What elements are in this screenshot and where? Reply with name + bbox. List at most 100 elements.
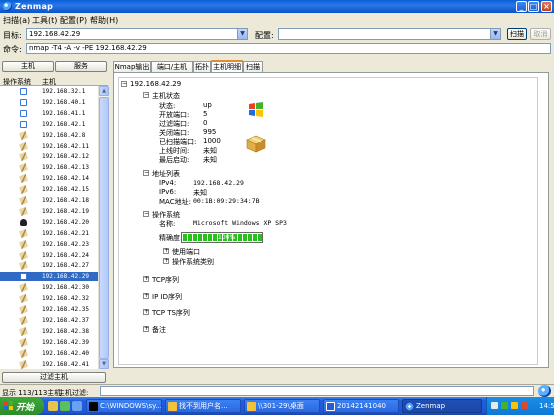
host-row[interactable]: 192.168.40.1: [0, 98, 98, 107]
unknown-os-icon: [19, 130, 28, 140]
unknown-os-icon: [19, 283, 28, 293]
task-cmd[interactable]: C:\WINDOWS\sy...: [86, 399, 162, 413]
windows-flag-icon: [4, 401, 14, 411]
expand-icon[interactable]: +: [143, 293, 149, 299]
ipid-sequence-item[interactable]: IP ID序列: [152, 292, 182, 302]
host-ip: 192.168.42.1: [42, 120, 86, 128]
host-row[interactable]: 192.168.42.12: [0, 152, 98, 162]
accuracy-percent: 100%: [218, 234, 236, 241]
filter-hosts-button[interactable]: 过滤主机: [2, 372, 106, 383]
host-row[interactable]: 192.168.42.20: [0, 218, 98, 227]
task-zenmap[interactable]: Zenmap: [402, 399, 482, 413]
host-list-scrollbar[interactable]: ▲ ▼: [98, 86, 109, 369]
host-row[interactable]: 192.168.42.23: [0, 239, 98, 249]
host-details-panel: − 192.168.42.29 − 主机状态 状态: up 开放端口: 5 过滤…: [113, 72, 549, 368]
expand-icon[interactable]: +: [163, 248, 169, 254]
host-row[interactable]: 192.168.42.41: [0, 359, 98, 369]
host-row[interactable]: 192.168.42.11: [0, 141, 98, 151]
host-row[interactable]: 192.168.42.19: [0, 206, 98, 216]
expand-icon[interactable]: +: [143, 326, 149, 332]
app-tray-icon[interactable]: [521, 402, 528, 409]
host-row[interactable]: 192.168.42.14: [0, 174, 98, 184]
menu-tools[interactable]: 工具(t): [32, 15, 57, 26]
menu-help[interactable]: 帮助(H): [90, 15, 118, 26]
address-section-title: 地址列表: [152, 170, 180, 178]
quicklaunch-media-icon[interactable]: [72, 401, 82, 411]
services-toggle-button[interactable]: 服务: [55, 61, 107, 72]
host-row[interactable]: 192.168.32.1: [0, 87, 98, 96]
chevron-down-icon[interactable]: ▼: [237, 29, 247, 39]
profile-combo[interactable]: ▼: [278, 28, 501, 40]
close-button[interactable]: ×: [541, 1, 552, 12]
host-row[interactable]: 192.168.42.18: [0, 196, 98, 205]
host-row[interactable]: 192.168.41.1: [0, 109, 98, 118]
unknown-os-icon: [19, 163, 28, 173]
minimize-button[interactable]: _: [516, 1, 527, 12]
progress-segment: [193, 234, 197, 241]
network-tray-icon[interactable]: [491, 402, 498, 409]
quicklaunch-desktop-icon[interactable]: [60, 401, 70, 411]
host-row[interactable]: 192.168.42.39: [0, 337, 98, 347]
progress-segment: [208, 234, 212, 241]
ports-used-item[interactable]: 使用端口: [172, 247, 200, 257]
host-row[interactable]: 192.168.42.35: [0, 305, 98, 314]
tcp-sequence-item[interactable]: TCP序列: [152, 275, 179, 285]
command-input[interactable]: nmap -T4 -A -v -PE 192.168.42.29: [26, 43, 551, 54]
word-document-icon: [326, 402, 335, 411]
unknown-os-icon: [19, 359, 28, 369]
folder-icon: [247, 402, 256, 411]
host-row[interactable]: 192.168.42.32: [0, 294, 98, 304]
task-label: C:\WINDOWS\sy...: [100, 402, 162, 410]
chevron-down-icon[interactable]: ▼: [490, 29, 500, 39]
unknown-os-icon: [19, 261, 28, 271]
host-row[interactable]: 192.168.42.1: [0, 120, 98, 129]
zenmap-icon: [405, 402, 414, 411]
host-list[interactable]: 192.168.32.1 192.168.40.1 192.168.41.1 192.…: [0, 86, 98, 369]
target-value: 192.168.42.29: [29, 30, 81, 38]
tcpts-sequence-item[interactable]: TCP TS序列: [152, 308, 190, 318]
expand-icon[interactable]: +: [143, 309, 149, 315]
windows-os-icon: [20, 273, 27, 281]
host-row[interactable]: 192.168.42.27: [0, 261, 98, 271]
scroll-down-button[interactable]: ▼: [99, 359, 109, 369]
host-row[interactable]: 192.168.42.30: [0, 283, 98, 293]
package-box-icon: [246, 135, 266, 153]
target-combo[interactable]: 192.168.42.29 ▼: [26, 28, 248, 40]
host-row[interactable]: 192.168.42.21: [0, 228, 98, 238]
collapse-icon[interactable]: −: [143, 170, 149, 176]
cancel-button[interactable]: 取消: [530, 28, 551, 40]
comment-item[interactable]: 备注: [152, 325, 166, 335]
host-row[interactable]: 192.168.42.38: [0, 326, 98, 336]
host-row[interactable]: 192.168.42.40: [0, 348, 98, 358]
menu-scan[interactable]: 扫描(a): [3, 15, 30, 26]
menu-profile[interactable]: 配置(P): [60, 15, 87, 26]
expand-icon[interactable]: +: [143, 276, 149, 282]
host-row[interactable]: 192.168.42.29: [0, 272, 98, 282]
task-browser[interactable]: 找不到用户名...: [165, 399, 241, 413]
scroll-up-button[interactable]: ▲: [99, 86, 109, 96]
zenmap-app-icon: [3, 2, 12, 11]
expand-icon[interactable]: +: [163, 258, 169, 264]
security-tray-icon[interactable]: [501, 402, 508, 409]
host-row[interactable]: 192.168.42.8: [0, 130, 98, 140]
collapse-icon[interactable]: −: [121, 81, 127, 87]
host-filter-input[interactable]: [100, 386, 534, 396]
collapse-icon[interactable]: −: [143, 92, 149, 98]
start-button[interactable]: 开始: [0, 397, 44, 415]
host-row[interactable]: 192.168.42.24: [0, 250, 98, 260]
host-ip: 192.168.42.30: [42, 284, 89, 292]
host-row[interactable]: 192.168.42.13: [0, 163, 98, 173]
host-row[interactable]: 192.168.42.37: [0, 315, 98, 325]
scroll-thumb[interactable]: [99, 97, 109, 359]
hosts-toggle-button[interactable]: 主机: [2, 61, 54, 72]
unknown-os-icon: [19, 206, 28, 216]
scan-button[interactable]: 扫描: [507, 28, 527, 40]
host-row[interactable]: 192.168.42.15: [0, 185, 98, 195]
os-class-item[interactable]: 操作系统类别: [172, 257, 214, 267]
task-desktop-folder[interactable]: \\301-29\桌面: [244, 399, 320, 413]
volume-tray-icon[interactable]: [511, 402, 518, 409]
task-document[interactable]: 20142141040: [323, 399, 399, 413]
quicklaunch-ie-icon[interactable]: [48, 401, 58, 411]
collapse-icon[interactable]: −: [143, 211, 149, 217]
maximize-button[interactable]: □: [528, 1, 539, 12]
